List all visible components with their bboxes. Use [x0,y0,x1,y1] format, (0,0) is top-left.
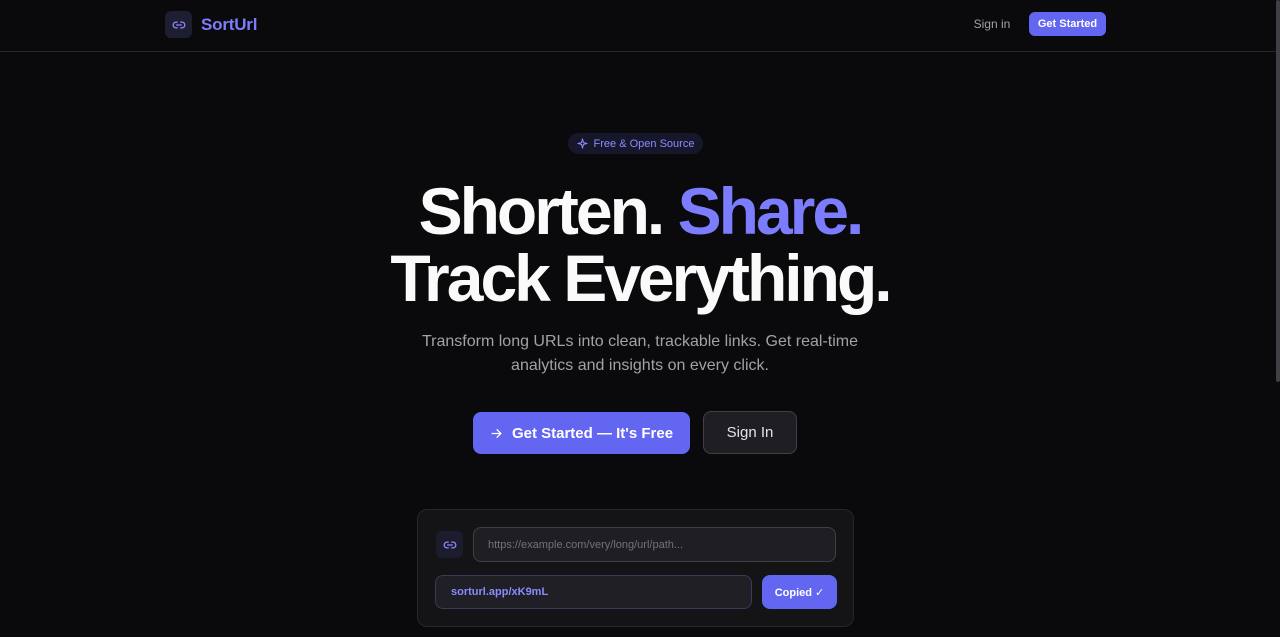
hero-headline-line-1: Shorten. Share. [0,178,1280,244]
link-icon [436,531,463,558]
hero-subtitle-line-1: Transform long URLs into clean, trackabl… [421,333,858,350]
copy-short-url-button[interactable]: Copied ✓ [762,575,837,609]
nav-sign-in-link[interactable]: Sign in [968,12,1016,36]
get-started-free-button[interactable]: Get Started — It's Free [473,412,690,454]
short-url-output: sorturl.app/xK9mL [435,575,752,609]
brand-name: SortUrl [201,14,258,34]
headline-word-shorten: Shorten. [418,174,666,248]
hero-subtitle-line-2: analytics and insights on every click. [511,357,769,374]
get-started-free-label: Get Started — It's Free [511,424,674,442]
headline-word-share: Share. [677,174,865,248]
hero-headline-line-2: Track Everything. [390,241,892,315]
top-navigation-bar: SortUrl Sign in Get Started [0,0,1280,52]
long-url-input[interactable] [473,527,836,562]
sparkle-icon [576,138,588,149]
hero-sign-in-button[interactable]: Sign In [703,411,797,454]
open-source-badge: Free & Open Source [568,133,703,154]
link-icon [165,11,192,38]
url-shortener-demo-card: sorturl.app/xK9mL Copied ✓ [417,509,854,627]
nav-get-started-button[interactable]: Get Started [1029,12,1106,36]
badge-label: Free & Open Source [593,137,695,150]
brand-logo[interactable]: SortUrl [165,11,257,38]
arrow-right-icon [490,427,503,440]
